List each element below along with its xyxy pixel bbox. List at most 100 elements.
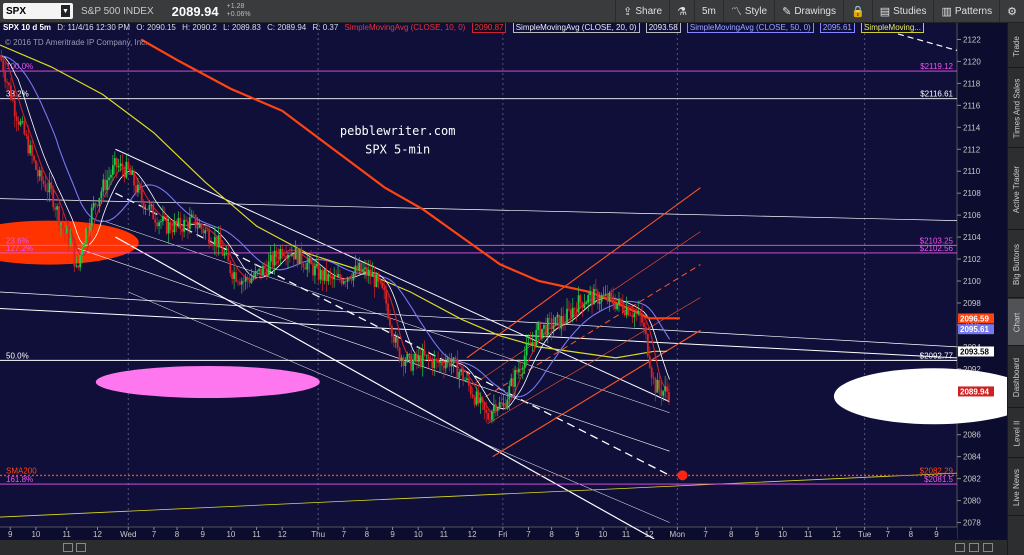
tab-trade[interactable]: Trade	[1008, 25, 1024, 68]
lock-button[interactable]: 🔒	[843, 0, 872, 22]
candle-body	[65, 228, 68, 234]
candle-body	[525, 343, 528, 356]
tab-live-news[interactable]: Live News	[1008, 459, 1024, 516]
candle-body	[52, 188, 55, 208]
y-tick-label: 2108	[963, 189, 981, 198]
candle-body	[277, 256, 280, 259]
candle-body	[273, 250, 276, 266]
candle-body	[17, 120, 20, 125]
symbol-description: S&P 500 INDEX	[81, 5, 154, 17]
bar-close: C: 2089.94	[267, 23, 307, 32]
sma10-label[interactable]: SimpleMovingAvg (CLOSE, 10, 0)	[345, 23, 466, 32]
candle-body	[579, 295, 582, 303]
sma200-label[interactable]: SimpleMoving...	[861, 23, 924, 33]
studies-button[interactable]: ▤ Studies	[871, 0, 934, 22]
symbol-selector[interactable]: SPX ▼	[3, 3, 73, 19]
candle-body	[514, 370, 516, 387]
candle-body	[435, 358, 438, 360]
candle-body	[217, 235, 220, 248]
zoom-out-icon[interactable]	[969, 543, 979, 552]
candle-body	[546, 318, 549, 336]
candle-body	[433, 358, 436, 369]
grid-icon[interactable]	[76, 543, 86, 552]
candle-body	[73, 240, 76, 267]
candle-body	[104, 179, 107, 190]
patterns-button[interactable]: ▥ Patterns	[933, 0, 999, 22]
candle-body	[258, 268, 261, 271]
candle-body	[102, 179, 105, 192]
lock-icon: 🔒	[851, 5, 865, 18]
candle-body	[110, 174, 112, 178]
candle-body	[117, 166, 120, 168]
candle-body	[602, 294, 605, 296]
sma50-label[interactable]: SimpleMovingAvg (CLOSE, 50, 0)	[686, 23, 814, 33]
candle-body	[392, 336, 395, 343]
candle-body	[527, 342, 530, 344]
flask-button[interactable]: ⚗	[669, 0, 694, 22]
price-chart[interactable]: 2078208020822084208620882090209220942096…	[0, 23, 1007, 539]
share-button[interactable]: ⇪ Share	[615, 0, 669, 22]
candle-body	[312, 264, 314, 276]
candle-body	[298, 248, 301, 265]
tab-chart[interactable]: Chart	[1008, 299, 1024, 346]
candle-body	[664, 386, 667, 392]
candle-body	[494, 404, 497, 411]
candle-body	[666, 386, 668, 392]
timeframe-button[interactable]: 5m	[693, 0, 723, 22]
tab-label: Active Trader	[1012, 165, 1022, 213]
y-tick-label: 2118	[963, 79, 981, 88]
candle-body	[42, 180, 45, 185]
sma20-label[interactable]: SimpleMovingAvg (CLOSE, 20, 0)	[512, 23, 640, 33]
settings-button[interactable]: ⚙	[999, 0, 1024, 22]
tab-dashboard[interactable]: Dashboard	[1008, 347, 1024, 408]
candle-body	[614, 304, 617, 310]
tab-big-buttons[interactable]: Big Buttons	[1008, 231, 1024, 298]
bar-datetime: D: 11/4/16 12:30 PM	[57, 23, 131, 32]
candle-body	[314, 266, 316, 276]
candle-body	[29, 144, 32, 154]
tab-level-ii[interactable]: Level II	[1008, 409, 1024, 458]
x-tick-label: 9	[390, 530, 395, 539]
tab-times-and-sales[interactable]: Times And Sales	[1008, 69, 1024, 148]
level-label: 127.2%	[6, 244, 33, 253]
tab-active-trader[interactable]: Active Trader	[1008, 149, 1024, 230]
candle-body	[469, 385, 472, 395]
scroll-left-icon[interactable]	[955, 543, 965, 552]
candle-body	[462, 369, 465, 381]
zoom-in-icon[interactable]	[983, 543, 993, 552]
y-tick-label: 2106	[963, 211, 981, 220]
candle-body	[491, 411, 493, 420]
candle-body	[133, 171, 135, 186]
candle-body	[543, 324, 545, 329]
candle-body	[196, 227, 199, 229]
candle-body	[240, 280, 243, 285]
candle-body	[237, 281, 239, 283]
candle-body	[492, 404, 495, 412]
drawings-button[interactable]: ✎ Drawings	[774, 0, 843, 22]
candle-body	[471, 394, 474, 398]
x-tick-label: 8	[365, 530, 370, 539]
chevron-down-icon[interactable]: ▼	[61, 5, 70, 17]
candle-body	[160, 221, 162, 223]
candle-body	[163, 216, 166, 217]
candle-body	[300, 248, 303, 264]
candle-body	[206, 230, 209, 232]
candle-body	[287, 254, 289, 259]
candle-body	[96, 205, 99, 207]
x-tick-label: Wed	[120, 530, 136, 539]
style-button[interactable]: 〽 Style	[722, 0, 774, 22]
candle-body	[402, 357, 405, 367]
candle-body	[377, 274, 380, 282]
x-tick-label: 11	[622, 530, 631, 539]
candle-body	[335, 276, 338, 278]
panel-icon[interactable]	[63, 543, 73, 552]
chart-background	[0, 23, 1007, 539]
candle-body	[44, 184, 47, 191]
candle-body	[441, 361, 443, 366]
candle-body	[296, 247, 299, 265]
candle-body	[85, 228, 87, 243]
candle-body	[610, 293, 613, 297]
candle-body	[618, 298, 620, 304]
candle-body	[242, 280, 245, 282]
candle-body	[406, 354, 409, 362]
